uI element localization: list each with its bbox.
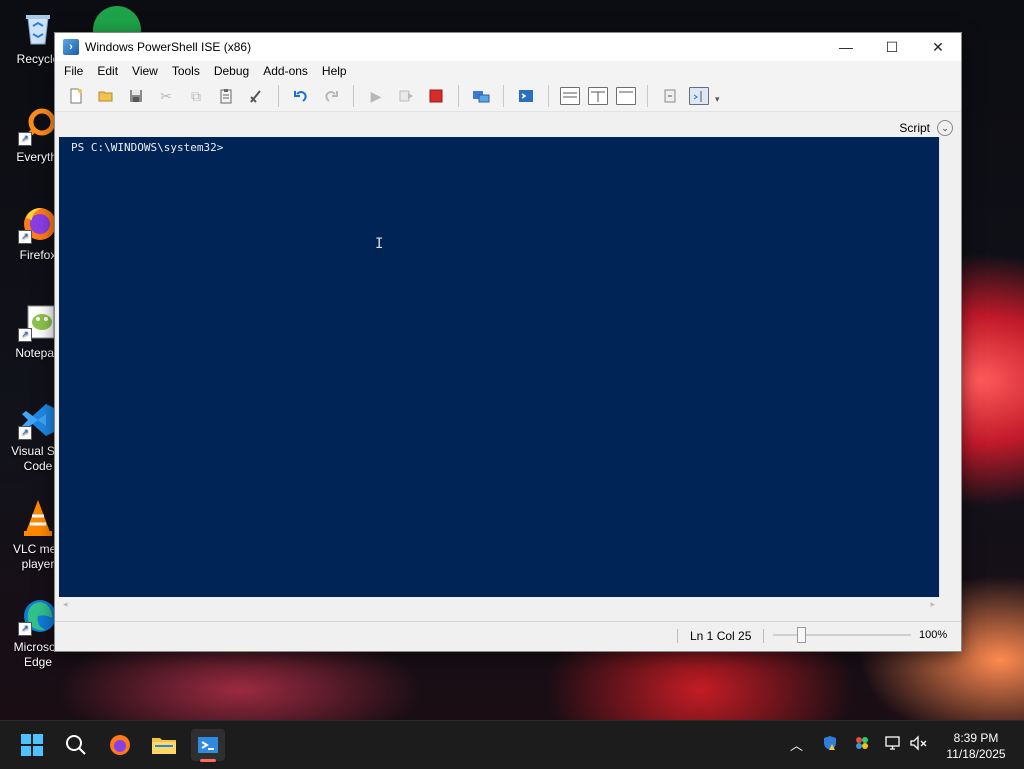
new-file-icon[interactable] xyxy=(65,85,87,107)
open-folder-icon[interactable] xyxy=(95,85,117,107)
redo-icon[interactable] xyxy=(320,85,342,107)
vlc-cone-icon xyxy=(18,498,58,538)
network-icon[interactable] xyxy=(885,735,901,754)
layout-script-top-icon[interactable] xyxy=(560,87,580,105)
start-powershell-icon[interactable] xyxy=(515,85,537,107)
show-command-addon-icon[interactable] xyxy=(689,87,709,105)
remote-powershell-icon[interactable] xyxy=(470,85,492,107)
utorrent-icon[interactable] xyxy=(93,6,141,34)
search-magnifier-icon: ↗ xyxy=(18,106,58,146)
window-title: Windows PowerShell ISE (x86) xyxy=(85,40,252,54)
run-selection-icon[interactable] xyxy=(395,85,417,107)
toolbar-separator xyxy=(353,85,354,107)
show-hidden-icons-icon[interactable]: ︿ xyxy=(790,735,803,754)
search-icon xyxy=(66,735,86,755)
security-shield-icon[interactable] xyxy=(822,735,838,754)
layout-script-right-icon[interactable] xyxy=(588,87,608,105)
recycle-bin-icon xyxy=(18,8,58,48)
firefox-icon: ↗ xyxy=(18,204,58,244)
text-cursor-icon: I xyxy=(375,236,384,252)
menu-debug[interactable]: Debug xyxy=(207,64,256,78)
volume-muted-icon[interactable] xyxy=(910,735,928,754)
shortcut-arrow-icon: ↗ xyxy=(18,426,32,440)
menu-view[interactable]: View xyxy=(125,64,165,78)
search-button[interactable] xyxy=(59,729,93,761)
toolbar-separator xyxy=(458,85,459,107)
powershell-ise-icon xyxy=(198,737,218,753)
menu-edit[interactable]: Edit xyxy=(90,64,125,78)
show-command-window-icon[interactable] xyxy=(659,85,681,107)
minimize-button[interactable]: — xyxy=(823,33,869,61)
script-pane-bar: Script ⌄ xyxy=(55,117,961,139)
save-icon[interactable] xyxy=(125,85,147,107)
taskbar: ︿ 8:39 PM 11/18/2025 xyxy=(0,720,1024,769)
shortcut-arrow-icon: ↗ xyxy=(18,622,32,636)
menu-addons[interactable]: Add-ons xyxy=(256,64,315,78)
layout-script-maximized-icon[interactable] xyxy=(616,87,636,105)
clock-time: 8:39 PM xyxy=(953,731,999,745)
maximize-button[interactable]: ☐ xyxy=(869,33,915,61)
menu-help[interactable]: Help xyxy=(315,64,354,78)
colorful-app-tray-icon[interactable] xyxy=(854,735,870,754)
copy-icon[interactable]: ⧉ xyxy=(185,85,207,107)
toolbar: ✂ ⧉ ▶ ▾ xyxy=(55,81,961,112)
run-script-icon[interactable]: ▶ xyxy=(365,85,387,107)
start-button[interactable] xyxy=(15,729,49,761)
cursor-position: Ln 1 Col 25 xyxy=(677,629,765,643)
toolbar-overflow-icon[interactable]: ▾ xyxy=(715,94,720,105)
windows-logo-icon xyxy=(21,734,43,756)
clock-date: 11/18/2025 xyxy=(946,747,1006,761)
stop-operation-icon[interactable] xyxy=(425,85,447,107)
taskbar-file-explorer[interactable] xyxy=(147,729,181,761)
status-bar: Ln 1 Col 25 100% xyxy=(55,621,961,650)
menu-tools[interactable]: Tools xyxy=(165,64,207,78)
active-app-indicator xyxy=(200,759,216,762)
zoom-level: 100% xyxy=(919,629,948,641)
shortcut-arrow-icon: ↗ xyxy=(18,132,32,146)
console-pane[interactable]: PS C:\WINDOWS\system32> xyxy=(59,137,939,597)
taskbar-firefox[interactable] xyxy=(103,729,137,761)
console-horizontal-scrollbar[interactable]: ◂ ▸ xyxy=(59,597,955,613)
powershell-ise-icon: › xyxy=(63,39,79,55)
cut-icon[interactable]: ✂ xyxy=(155,85,177,107)
zoom-slider-track[interactable] xyxy=(773,634,911,636)
firefox-icon xyxy=(110,735,130,755)
vscode-icon: ↗ xyxy=(18,400,58,440)
paste-icon[interactable] xyxy=(215,85,237,107)
console-prompt: PS C:\WINDOWS\system32> xyxy=(71,141,224,154)
taskbar-powershell-ise[interactable] xyxy=(191,729,225,762)
show-script-pane-icon[interactable]: ⌄ xyxy=(937,120,953,136)
system-clock[interactable]: 8:39 PM 11/18/2025 xyxy=(938,730,1014,762)
zoom-slider-thumb[interactable] xyxy=(797,627,806,643)
scroll-right-icon[interactable]: ▸ xyxy=(930,599,935,610)
toolbar-separator xyxy=(548,85,549,107)
toolbar-separator xyxy=(278,85,279,107)
close-button[interactable]: ✕ xyxy=(915,33,961,61)
menu-file[interactable]: File xyxy=(57,64,90,78)
shortcut-arrow-icon: ↗ xyxy=(18,328,32,342)
undo-icon[interactable] xyxy=(290,85,312,107)
folder-icon xyxy=(152,738,176,754)
clear-console-icon[interactable] xyxy=(245,85,267,107)
console-vertical-scrollbar[interactable] xyxy=(939,137,956,597)
notepad-plus-plus-icon: ↗ xyxy=(18,302,58,342)
powershell-ise-window[interactable]: › Windows PowerShell ISE (x86) — ☐ ✕ Fil… xyxy=(54,32,962,652)
edge-icon: ↗ xyxy=(18,596,58,636)
script-pane-label: Script xyxy=(899,121,930,135)
title-bar[interactable]: › Windows PowerShell ISE (x86) — ☐ ✕ xyxy=(55,33,961,61)
shortcut-arrow-icon: ↗ xyxy=(18,230,32,244)
menu-bar: File Edit View Tools Debug Add-ons Help xyxy=(55,61,961,81)
toolbar-separator xyxy=(503,85,504,107)
toolbar-separator xyxy=(647,85,648,107)
scroll-left-icon[interactable]: ◂ xyxy=(63,599,68,610)
